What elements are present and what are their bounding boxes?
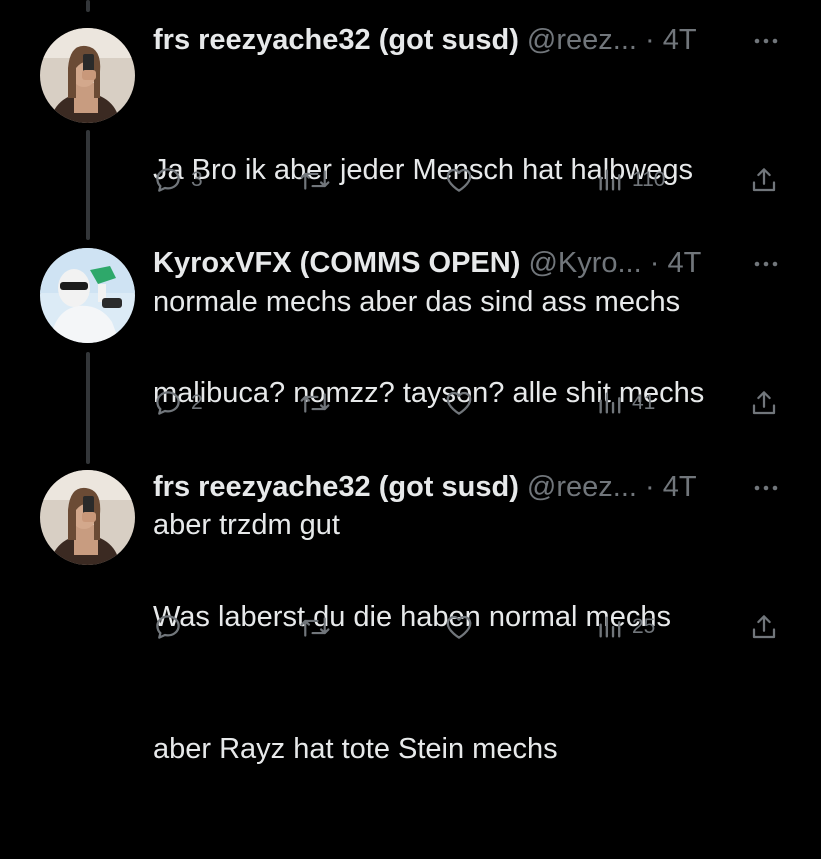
more-icon[interactable] xyxy=(751,473,781,503)
tweet-header: frs reezyache32 (got susd) @reez... · 4T xyxy=(153,467,697,507)
author-name[interactable]: KyroxVFX (COMMS OPEN) xyxy=(153,247,520,279)
tweet-1[interactable]: frs reezyache32 (got susd) @reez... · 4T… xyxy=(0,20,821,318)
reply-button[interactable] xyxy=(153,607,191,647)
reply-icon xyxy=(156,615,180,639)
thread-line-top xyxy=(86,0,90,12)
views-count: 41 xyxy=(632,391,656,414)
reply-button[interactable]: 3 xyxy=(153,160,203,200)
reply-count: 2 xyxy=(191,391,203,414)
author-handle[interactable]: @reez... xyxy=(527,24,637,56)
like-icon xyxy=(446,168,472,192)
avatar[interactable] xyxy=(40,248,135,343)
tweet-header: frs reezyache32 (got susd) @reez... · 4T xyxy=(153,20,697,60)
like-icon xyxy=(446,391,472,415)
reply-icon xyxy=(156,168,180,192)
reply-button[interactable]: 2 xyxy=(153,383,203,423)
like-button[interactable] xyxy=(443,383,475,423)
tweet-text-line: aber Rayz hat tote Stein mechs xyxy=(153,733,558,765)
share-icon xyxy=(752,391,776,415)
retweet-icon xyxy=(300,170,330,190)
author-handle[interactable]: @reez... xyxy=(527,471,637,503)
timestamp[interactable]: 4T xyxy=(663,24,697,56)
tweet-3[interactable]: frs reezyache32 (got susd) @reez... · 4T… xyxy=(0,467,821,765)
views-icon xyxy=(599,392,621,414)
views-count: 110 xyxy=(632,168,666,191)
masked-person-avatar-image xyxy=(40,248,135,343)
timestamp[interactable]: 4T xyxy=(667,247,701,279)
separator-dot: · xyxy=(645,24,655,56)
girl-mirror-selfie-avatar-image xyxy=(40,28,135,123)
share-icon xyxy=(752,615,776,639)
like-button[interactable] xyxy=(443,607,475,647)
retweet-button[interactable] xyxy=(298,607,332,647)
like-icon xyxy=(446,615,472,639)
views-button[interactable]: 41 xyxy=(596,383,655,423)
more-icon[interactable] xyxy=(751,249,781,279)
views-icon xyxy=(599,616,621,638)
timestamp[interactable]: 4T xyxy=(663,471,697,503)
tweet-actions: 3 110 xyxy=(153,160,793,200)
retweet-icon xyxy=(300,617,330,637)
reply-count: 3 xyxy=(191,168,203,191)
avatar[interactable] xyxy=(40,28,135,123)
like-button[interactable] xyxy=(443,160,475,200)
author-name[interactable]: frs reezyache32 (got susd) xyxy=(153,24,519,56)
share-button[interactable] xyxy=(749,607,779,647)
author-name[interactable]: frs reezyache32 (got susd) xyxy=(153,471,519,503)
tweet-actions: 2 41 xyxy=(153,383,793,423)
tweet-header: KyroxVFX (COMMS OPEN) @Kyro... · 4T xyxy=(153,243,701,283)
separator-dot: · xyxy=(645,471,655,503)
avatar[interactable] xyxy=(40,470,135,565)
views-button[interactable]: 110 xyxy=(596,160,665,200)
tweet-text: Was laberst du die haben normal mechs ab… xyxy=(153,507,783,859)
reply-icon xyxy=(156,391,180,415)
views-icon xyxy=(599,169,621,191)
author-handle[interactable]: @Kyro... xyxy=(528,247,641,279)
tweet-actions: 25 xyxy=(153,607,793,647)
retweet-button[interactable] xyxy=(298,160,332,200)
girl-mirror-selfie-avatar-image xyxy=(40,470,135,565)
separator-dot: · xyxy=(649,247,660,279)
share-button[interactable] xyxy=(749,383,779,423)
more-icon[interactable] xyxy=(751,26,781,56)
retweet-icon xyxy=(300,393,330,413)
views-count: 25 xyxy=(632,615,656,638)
share-icon xyxy=(752,168,776,192)
tweet-2[interactable]: KyroxVFX (COMMS OPEN) @Kyro... · 4T mali… xyxy=(0,243,821,541)
views-button[interactable]: 25 xyxy=(596,607,655,647)
share-button[interactable] xyxy=(749,160,779,200)
retweet-button[interactable] xyxy=(298,383,332,423)
